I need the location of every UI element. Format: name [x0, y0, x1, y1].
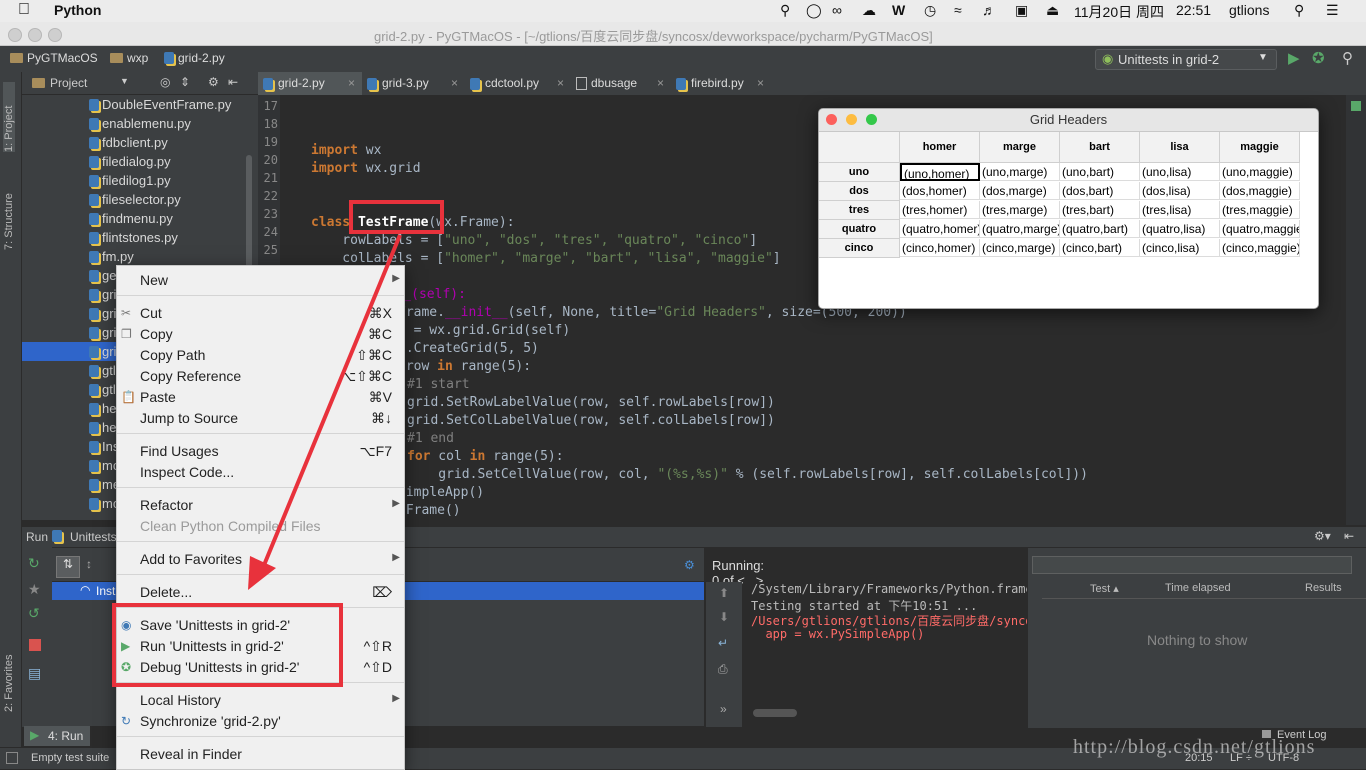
annotation-arrow	[248, 234, 402, 590]
watermark-text: http://blog.csdn.net/gtlions	[1073, 736, 1316, 758]
